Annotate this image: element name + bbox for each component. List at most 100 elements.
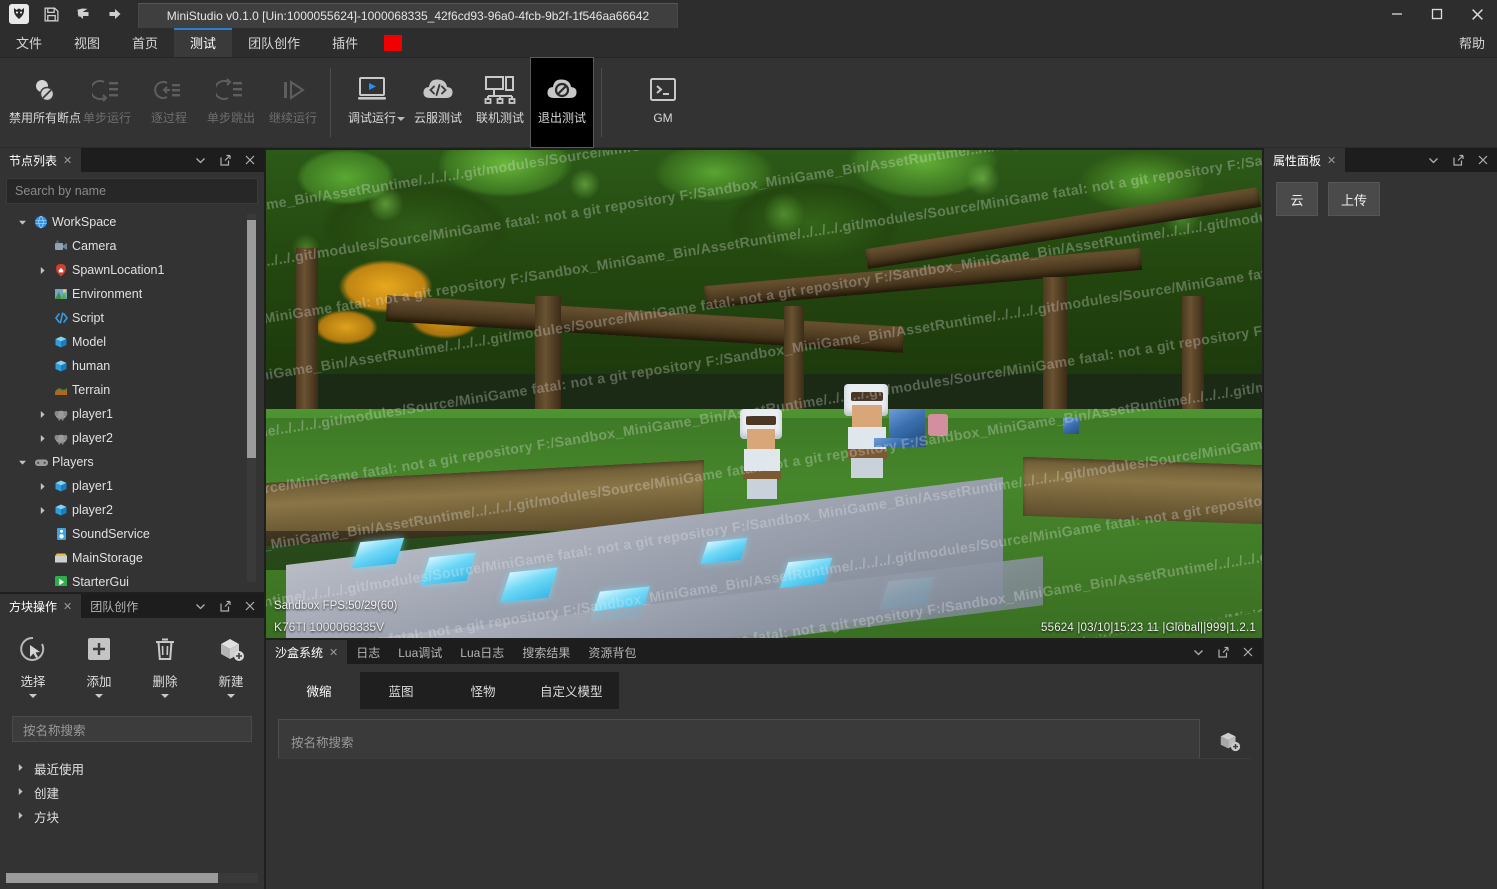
save-icon[interactable] <box>40 3 62 25</box>
chevron-right-icon[interactable] <box>16 787 26 798</box>
gm-console-button[interactable]: GM <box>632 58 694 147</box>
tab-sandbox-system[interactable]: 沙盒系统 ✕ <box>266 640 348 664</box>
tree-node-script[interactable]: Script <box>6 306 258 330</box>
close-icon[interactable] <box>244 600 256 612</box>
block-category-1[interactable]: 创建 <box>0 780 264 804</box>
game-viewport[interactable]: F:/Sandbox_MiniGame_Bin/AssetRuntime/../… <box>266 150 1262 638</box>
tree-node-player1[interactable]: player1 <box>6 402 258 426</box>
node-tree-scrollbar-thumb[interactable] <box>247 220 256 458</box>
tab-search-results[interactable]: 搜索结果 <box>513 640 580 664</box>
undo-icon[interactable] <box>72 3 94 25</box>
tab-property-panel[interactable]: 属性面板 ✕ <box>1264 148 1346 172</box>
block-add-caret-icon[interactable] <box>95 694 103 698</box>
tree-node-startergui[interactable]: StarterGui <box>6 570 258 586</box>
menu-home[interactable]: 首页 <box>116 28 174 57</box>
chevron-down-icon[interactable] <box>14 218 30 227</box>
multiplayer-test-button[interactable]: 联机测试 <box>469 58 531 147</box>
chevron-down-icon[interactable] <box>194 154 207 167</box>
step-over-button[interactable]: 逐过程 <box>138 58 200 147</box>
node-tree-scrollbar-track[interactable] <box>247 214 256 582</box>
menu-plugin[interactable]: 插件 <box>316 28 374 57</box>
divider-leftmid[interactable] <box>0 592 264 594</box>
sandbox-search-input[interactable]: 按名称搜索 <box>278 719 1200 763</box>
block-select-caret-icon[interactable] <box>29 694 37 698</box>
node-tree[interactable]: WorkSpace Camera SpawnLocation1 Environment… <box>6 210 258 586</box>
chevron-right-icon[interactable] <box>34 506 50 515</box>
minimize-button[interactable] <box>1377 0 1417 28</box>
close-button[interactable] <box>1457 0 1497 28</box>
chevron-right-icon[interactable] <box>16 811 26 822</box>
chevron-down-icon[interactable] <box>1192 646 1205 659</box>
tree-node-mainstorage[interactable]: MainStorage <box>6 546 258 570</box>
tree-node-players[interactable]: Players <box>6 450 258 474</box>
debug-run-button[interactable]: 调试运行 <box>337 58 407 147</box>
tab-block-ops[interactable]: 方块操作 ✕ <box>0 594 82 618</box>
divider-bottom[interactable] <box>266 638 1262 640</box>
block-new-button[interactable]: 新建 <box>198 634 264 698</box>
close-icon[interactable] <box>1242 646 1254 658</box>
tab-sandbox-system-close-icon[interactable]: ✕ <box>329 646 338 659</box>
tab-block-ops-close-icon[interactable]: ✕ <box>63 600 72 613</box>
block-delete-button[interactable]: 删除 <box>132 634 198 698</box>
menu-team-create[interactable]: 团队创作 <box>232 28 316 57</box>
chevron-right-icon[interactable] <box>34 434 50 443</box>
tree-node-terrain[interactable]: Terrain <box>6 378 258 402</box>
tab-property-panel-close-icon[interactable]: ✕ <box>1327 154 1336 167</box>
block-delete-caret-icon[interactable] <box>161 694 169 698</box>
tree-node-player2[interactable]: player2 <box>6 426 258 450</box>
close-icon[interactable] <box>244 154 256 166</box>
continue-run-button[interactable]: 继续运行 <box>262 58 324 147</box>
tree-node-environment[interactable]: Environment <box>6 282 258 306</box>
recording-indicator-icon[interactable] <box>384 34 403 51</box>
tab-node-list[interactable]: 节点列表 ✕ <box>0 148 82 172</box>
chevron-right-icon[interactable] <box>34 482 50 491</box>
chevron-right-icon[interactable] <box>34 266 50 275</box>
undock-icon[interactable] <box>1452 154 1465 167</box>
divider-left[interactable] <box>264 148 266 889</box>
undock-icon[interactable] <box>1217 646 1230 659</box>
block-search-input[interactable]: 按名称搜索 <box>12 716 252 742</box>
subtab-custom-model[interactable]: 自定义模型 <box>524 672 619 709</box>
exit-test-button[interactable]: 退出测试 <box>530 57 594 148</box>
tree-node-model[interactable]: Model <box>6 330 258 354</box>
maximize-button[interactable] <box>1417 0 1457 28</box>
chevron-right-icon[interactable] <box>34 410 50 419</box>
chevron-down-icon[interactable] <box>1427 154 1440 167</box>
node-search-input[interactable]: Search by name <box>6 178 258 204</box>
undock-icon[interactable] <box>219 154 232 167</box>
block-new-caret-icon[interactable] <box>227 694 235 698</box>
block-category-2[interactable]: 方块 <box>0 804 264 828</box>
undock-icon[interactable] <box>219 600 232 613</box>
upload-button[interactable]: 上传 <box>1328 182 1381 216</box>
cloud-test-button[interactable]: 云服测试 <box>407 58 469 147</box>
disable-all-breakpoints-button[interactable]: 禁用所有断点 <box>9 58 81 147</box>
block-panel-hscrollbar-track[interactable] <box>6 873 258 883</box>
block-category-0[interactable]: 最近使用 <box>0 756 264 780</box>
chevron-down-icon[interactable] <box>194 600 207 613</box>
tree-node-spawnlocation1[interactable]: SpawnLocation1 <box>6 258 258 282</box>
tree-node-camera[interactable]: Camera <box>6 234 258 258</box>
menu-test[interactable]: 测试 <box>174 28 233 57</box>
tab-node-list-close-icon[interactable]: ✕ <box>63 154 72 167</box>
sandbox-result-area[interactable] <box>278 758 1250 883</box>
step-out-button[interactable]: 单步跳出 <box>200 58 262 147</box>
tree-node-soundservice[interactable]: SoundService <box>6 522 258 546</box>
menu-file[interactable]: 文件 <box>0 28 58 57</box>
subtab-blueprint[interactable]: 蓝图 <box>360 672 442 709</box>
tab-team-create[interactable]: 团队创作 <box>81 594 148 618</box>
block-add-button[interactable]: 添加 <box>66 634 132 698</box>
cloud-button[interactable]: 云 <box>1276 182 1318 216</box>
tab-log[interactable]: 日志 <box>347 640 390 664</box>
divider-right[interactable] <box>1262 148 1264 889</box>
menu-view[interactable]: 视图 <box>58 28 116 57</box>
block-select-button[interactable]: 选择 <box>0 634 66 698</box>
tab-lua-log[interactable]: Lua日志 <box>451 640 514 664</box>
close-icon[interactable] <box>1477 154 1489 166</box>
block-panel-hscrollbar-thumb[interactable] <box>6 873 218 883</box>
redo-icon[interactable] <box>104 3 126 25</box>
tree-node-human[interactable]: human <box>6 354 258 378</box>
subtab-miniature[interactable]: 微缩 <box>278 672 360 709</box>
tab-lua-debug[interactable]: Lua调试 <box>389 640 452 664</box>
tree-node-player1[interactable]: player1 <box>6 474 258 498</box>
chevron-down-icon[interactable] <box>14 458 30 467</box>
